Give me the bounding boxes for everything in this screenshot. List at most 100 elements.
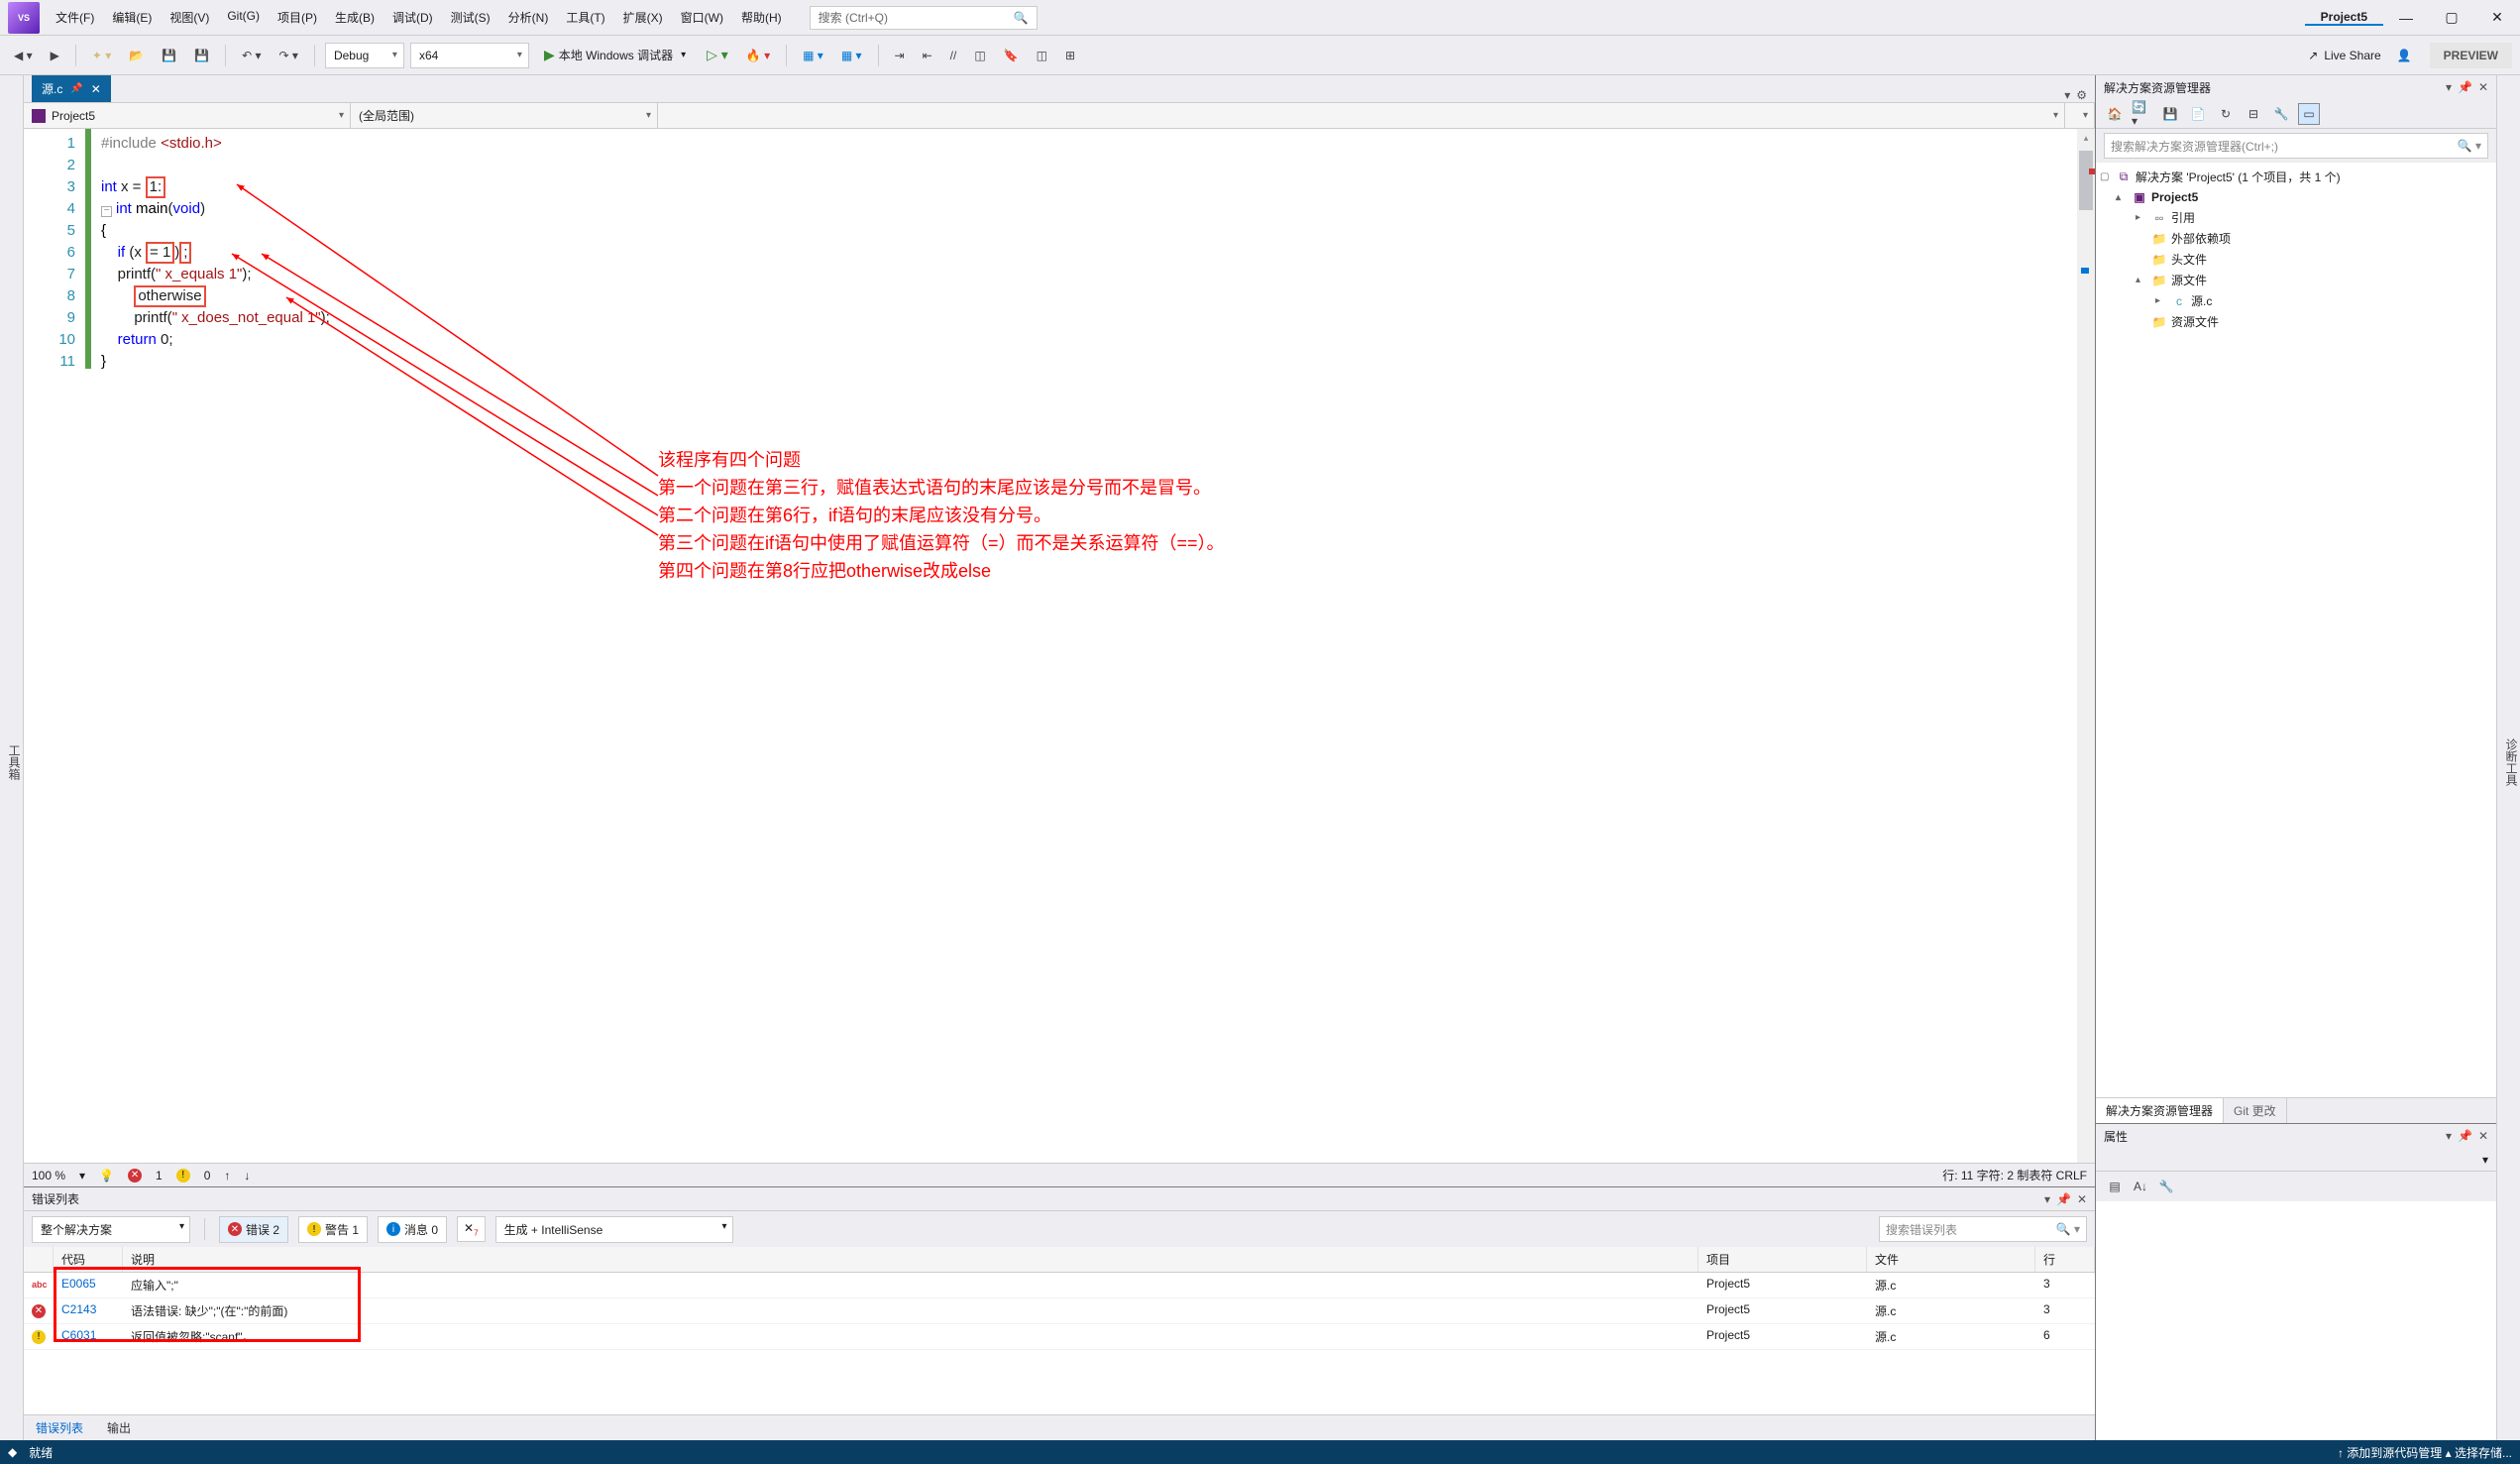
search-box[interactable]: 搜索 (Ctrl+Q) 🔍 <box>810 6 1038 30</box>
props-dropdown-icon[interactable]: ▾ <box>2482 1153 2488 1167</box>
wrench-icon[interactable]: 🔧 <box>2155 1176 2177 1197</box>
preview-icon[interactable]: ▭ <box>2298 103 2320 125</box>
undo-button[interactable]: ↶ ▾ <box>236 45 267 66</box>
filter-messages-button[interactable]: i消息 0 <box>378 1216 447 1243</box>
source-files-node[interactable]: 源文件 <box>2171 272 2207 288</box>
error-row[interactable]: !C6031返回值被忽略:"scanf"。Project5源.c6 <box>24 1324 2095 1350</box>
save-all-icon[interactable]: 💾 <box>2159 103 2181 125</box>
uncomment-btn[interactable]: ◫ <box>968 45 991 66</box>
save-all-button[interactable]: 💾 <box>188 45 215 66</box>
panel-close-icon[interactable]: ✕ <box>2077 1192 2087 1206</box>
show-all-icon[interactable]: 📄 <box>2187 103 2209 125</box>
layout-btn-2[interactable]: ⊞ <box>1059 45 1081 66</box>
menu-测试(S)[interactable]: 测试(S) <box>443 5 498 30</box>
categorize-icon[interactable]: ▤ <box>2104 1176 2126 1197</box>
menu-窗口(W)[interactable]: 窗口(W) <box>673 5 731 30</box>
menu-帮助(H)[interactable]: 帮助(H) <box>733 5 790 30</box>
headers-node[interactable]: 头文件 <box>2171 251 2207 268</box>
error-table[interactable]: 代码说明项目文件行 abcE0065应输入";"Project5源.c3✕C21… <box>24 1247 2095 1414</box>
redo-button[interactable]: ↷ ▾ <box>274 45 304 66</box>
platform-dropdown[interactable]: x64 <box>410 43 529 68</box>
solution-tree[interactable]: ▢⧉解决方案 'Project5' (1 个项目，共 1 个) ▴▣Projec… <box>2096 163 2496 1097</box>
menu-Git(G)[interactable]: Git(G) <box>219 5 268 30</box>
clear-filter-button[interactable]: ✕7 <box>457 1216 486 1242</box>
panel-close-icon[interactable]: ✕ <box>2478 80 2488 94</box>
menu-工具(T)[interactable]: 工具(T) <box>558 5 612 30</box>
tab-solution-explorer[interactable]: 解决方案资源管理器 <box>2096 1098 2224 1123</box>
menu-编辑(E)[interactable]: 编辑(E) <box>104 5 160 30</box>
solution-root[interactable]: 解决方案 'Project5' (1 个项目，共 1 个) <box>2136 169 2341 185</box>
layout-btn-1[interactable]: ◫ <box>1031 45 1053 66</box>
collapse-icon[interactable]: ⊟ <box>2243 103 2264 125</box>
hot-reload-button[interactable]: 🔥 ▾ <box>740 45 776 66</box>
properties-icon[interactable]: 🔧 <box>2270 103 2292 125</box>
lightbulb-icon[interactable]: 💡 <box>99 1169 114 1182</box>
external-deps-node[interactable]: 外部依赖项 <box>2171 230 2231 247</box>
tab-output[interactable]: 输出 <box>95 1415 143 1440</box>
nav-up-icon[interactable]: ↑ <box>224 1169 230 1182</box>
panel-dropdown-icon[interactable]: ▾ <box>2044 1192 2050 1206</box>
home-icon[interactable]: 🏠 <box>2104 103 2126 125</box>
code-editor[interactable]: 1234567891011 #include <stdio.h>int x = … <box>24 129 2095 1163</box>
nav-down-icon[interactable]: ↓ <box>244 1169 250 1182</box>
maximize-button[interactable]: ▢ <box>2429 2 2474 34</box>
bookmark-btn[interactable]: 🔖 <box>998 45 1025 66</box>
comment-btn[interactable]: // <box>944 45 963 66</box>
tab-source-c[interactable]: 源.c 📌 ✕ <box>32 75 111 102</box>
tab-overflow-icon[interactable]: ▾ <box>2064 88 2070 102</box>
nav-split-button[interactable] <box>2065 103 2095 128</box>
references-node[interactable]: 引用 <box>2171 209 2195 226</box>
error-search-input[interactable]: 搜索错误列表🔍 ▾ <box>1879 1216 2087 1242</box>
error-row[interactable]: abcE0065应输入";"Project5源.c3 <box>24 1273 2095 1298</box>
menu-视图(V)[interactable]: 视图(V) <box>162 5 217 30</box>
panel-dropdown-icon[interactable]: ▾ <box>2446 80 2452 94</box>
tab-git-changes[interactable]: Git 更改 <box>2224 1098 2287 1123</box>
source-c-file[interactable]: 源.c <box>2191 292 2212 309</box>
project-node[interactable]: Project5 <box>2151 190 2198 204</box>
nav-member-dropdown[interactable] <box>658 103 2065 128</box>
panel-close-icon[interactable]: ✕ <box>2478 1129 2488 1143</box>
run-button[interactable]: ▶本地 Windows 调试器▾ <box>535 44 695 66</box>
alpha-sort-icon[interactable]: A↓ <box>2130 1176 2151 1197</box>
filter-errors-button[interactable]: ✕错误 2 <box>219 1216 288 1243</box>
editor-scrollbar[interactable]: ▴ <box>2077 129 2095 1163</box>
panel-pin-icon[interactable]: 📌 <box>2458 1129 2472 1143</box>
filter-warnings-button[interactable]: !警告 1 <box>298 1216 368 1243</box>
solution-search-input[interactable]: 搜索解决方案资源管理器(Ctrl+;)🔍 ▾ <box>2104 133 2488 159</box>
nav-fwd-button[interactable]: ▶ <box>45 45 65 66</box>
close-button[interactable]: ✕ <box>2474 2 2520 34</box>
error-row[interactable]: ✕C2143语法错误: 缺少";"(在":"的前面)Project5源.c3 <box>24 1298 2095 1324</box>
tool-btn-2[interactable]: ▦ ▾ <box>835 45 868 66</box>
menu-扩展(X)[interactable]: 扩展(X) <box>615 5 671 30</box>
tool-btn-1[interactable]: ▦ ▾ <box>797 45 829 66</box>
nav-back-button[interactable]: ◀ ▾ <box>8 45 39 66</box>
toolbox-rail[interactable]: 工具箱 <box>0 75 24 1440</box>
liveshare-button[interactable]: Live Share <box>2324 49 2380 62</box>
config-dropdown[interactable]: Debug <box>325 43 404 68</box>
new-item-button[interactable]: ✦ ▾ <box>86 45 117 66</box>
menu-项目(P)[interactable]: 项目(P) <box>270 5 325 30</box>
panel-pin-icon[interactable]: 📌 <box>2056 1192 2071 1206</box>
account-icon[interactable]: 👤 <box>2397 49 2412 62</box>
nav-scope-dropdown[interactable]: (全局范围) <box>351 103 658 128</box>
source-control-button[interactable]: ↑ 添加到源代码管理 ▴ 选择存储... <box>2338 1444 2512 1461</box>
close-tab-icon[interactable]: ✕ <box>91 82 101 96</box>
indent-btn[interactable]: ⇥ <box>889 45 911 66</box>
tab-error-list[interactable]: 错误列表 <box>24 1415 95 1440</box>
outdent-btn[interactable]: ⇤ <box>917 45 938 66</box>
nav-project-dropdown[interactable]: Project5 <box>24 103 351 128</box>
diagnostics-rail[interactable]: 诊断工具 <box>2496 75 2520 1440</box>
menu-生成(B)[interactable]: 生成(B) <box>327 5 383 30</box>
save-button[interactable]: 💾 <box>156 45 182 66</box>
minimize-button[interactable]: — <box>2383 2 2429 34</box>
panel-pin-icon[interactable]: 📌 <box>2458 80 2472 94</box>
menu-文件(F)[interactable]: 文件(F) <box>48 5 102 30</box>
menu-分析(N)[interactable]: 分析(N) <box>500 5 557 30</box>
panel-dropdown-icon[interactable]: ▾ <box>2446 1129 2452 1143</box>
tab-settings-icon[interactable]: ⚙ <box>2076 88 2087 102</box>
error-source-dropdown[interactable]: 生成 + IntelliSense <box>495 1216 733 1243</box>
refresh-icon[interactable]: ↻ <box>2215 103 2237 125</box>
start-no-debug-button[interactable]: ▷ ▾ <box>701 43 734 67</box>
error-scope-dropdown[interactable]: 整个解决方案 <box>32 1216 190 1243</box>
open-button[interactable]: 📂 <box>123 45 150 66</box>
